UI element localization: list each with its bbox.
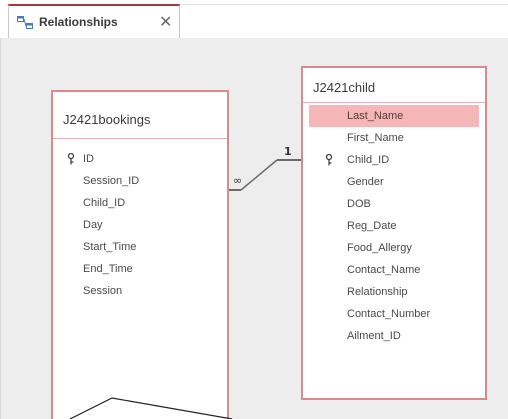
- field-name: Day: [83, 219, 103, 231]
- table-j2421child[interactable]: J2421child Last_Name First_Name Child_ID Ge…: [301, 66, 487, 400]
- relationships-canvas[interactable]: ∞ 1 J2421bookings ID Session_ID Child_ID Da…: [0, 38, 508, 419]
- field-name: ID: [83, 153, 94, 165]
- field-row[interactable]: Last_Name: [309, 105, 479, 127]
- field-row[interactable]: Gender: [309, 171, 479, 193]
- title-divider: [303, 102, 485, 103]
- table-j2421bookings[interactable]: J2421bookings ID Session_ID Child_ID Day Sta…: [51, 90, 229, 419]
- field-row[interactable]: Contact_Name: [309, 259, 479, 281]
- field-name: Gender: [347, 176, 384, 188]
- field-name: DOB: [347, 198, 371, 210]
- field-list: ID Session_ID Child_ID Day Start_Time End_Tim…: [53, 148, 227, 302]
- tab-relationships[interactable]: Relationships ✕: [8, 4, 180, 38]
- relationships-window: Relationships ✕ ∞ 1 J2421bookings ID Sess…: [0, 0, 508, 419]
- field-row[interactable]: DOB: [309, 193, 479, 215]
- field-name: First_Name: [347, 132, 404, 144]
- field-row[interactable]: First_Name: [309, 127, 479, 149]
- field-name: Child_ID: [347, 154, 390, 166]
- field-name: Session_ID: [83, 175, 140, 187]
- field-list: Last_Name First_Name Child_ID Gender DOB Reg_…: [309, 105, 479, 347]
- table-title: J2421bookings: [63, 112, 151, 127]
- field-name: Food_Allergy: [347, 242, 412, 254]
- field-row[interactable]: Contact_Number: [309, 303, 479, 325]
- field-name: Relationship: [347, 286, 408, 298]
- tab-strip-empty-area: [180, 4, 508, 38]
- field-name: Start_Time: [83, 241, 137, 253]
- field-name: Child_ID: [83, 197, 126, 209]
- field-row[interactable]: End_Time: [53, 258, 227, 280]
- field-row[interactable]: Food_Allergy: [309, 237, 479, 259]
- title-divider: [53, 138, 227, 139]
- field-row[interactable]: Ailment_ID: [309, 325, 479, 347]
- field-name: Contact_Name: [347, 264, 421, 276]
- field-name: Contact_Number: [347, 308, 431, 320]
- primary-key-icon: [67, 153, 75, 165]
- field-row[interactable]: Child_ID: [309, 149, 479, 171]
- field-row[interactable]: Session_ID: [53, 170, 227, 192]
- table-title: J2421child: [313, 80, 376, 95]
- tab-label: Relationships: [39, 15, 118, 29]
- field-row[interactable]: Day: [53, 214, 227, 236]
- field-name: Reg_Date: [347, 220, 397, 232]
- close-icon[interactable]: ✕: [159, 12, 172, 32]
- many-label: ∞: [233, 174, 242, 187]
- primary-key-icon: [325, 154, 333, 166]
- document-tab-strip: Relationships ✕: [0, 0, 508, 39]
- field-row[interactable]: Session: [53, 280, 227, 302]
- field-row[interactable]: Relationship: [309, 281, 479, 303]
- field-row[interactable]: Reg_Date: [309, 215, 479, 237]
- field-name: Ailment_ID: [347, 330, 401, 342]
- field-name: End_Time: [83, 263, 133, 275]
- field-row[interactable]: Start_Time: [53, 236, 227, 258]
- field-row[interactable]: ID: [53, 148, 227, 170]
- one-label: 1: [284, 145, 292, 158]
- field-name: Last_Name: [347, 110, 404, 122]
- field-row[interactable]: Child_ID: [53, 192, 227, 214]
- field-name: Session: [83, 285, 123, 297]
- relationships-icon: [17, 16, 33, 29]
